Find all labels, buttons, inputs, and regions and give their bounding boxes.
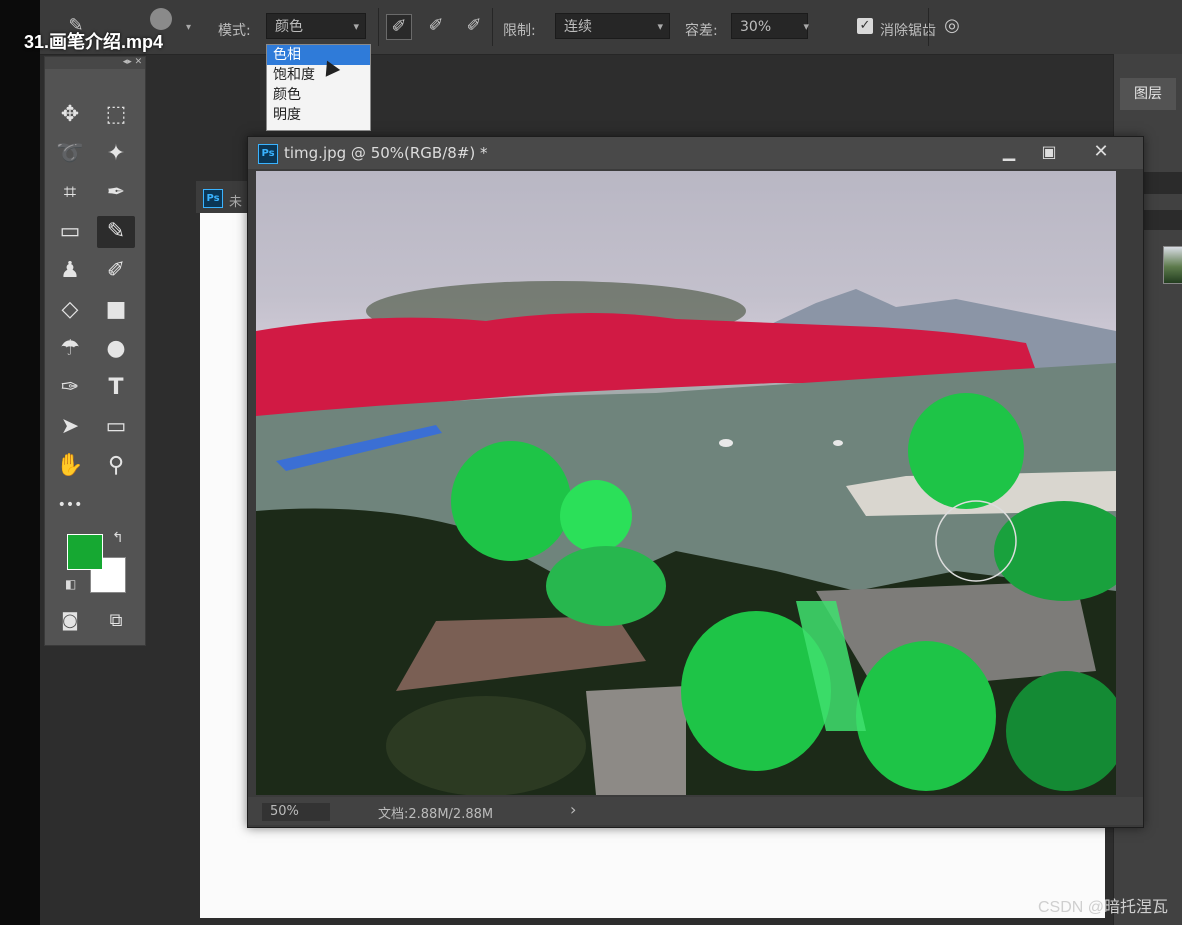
chevron-down-icon: ▾ [353, 20, 359, 33]
mode-select[interactable]: 颜色 ▾ [266, 13, 366, 39]
healing-tool-icon[interactable]: ▭ [51, 216, 89, 248]
path-selection-tool-icon[interactable]: ➤ [51, 411, 89, 443]
photoshop-icon: Ps [203, 189, 223, 208]
document-title: timg.jpg @ 50%(RGB/8#) * [284, 144, 488, 162]
green-painted-tree [451, 441, 571, 561]
sampling-continuous-icon[interactable]: ✐ [386, 14, 412, 40]
color-replacement-tool-icon[interactable]: ✎ [97, 216, 135, 248]
separator [378, 8, 379, 46]
dropdown-item-color[interactable]: 颜色 [267, 85, 370, 105]
minimize-icon[interactable]: ▁ [990, 139, 1028, 165]
green-painted-spot [560, 480, 632, 552]
shape-tool-icon[interactable]: ▭ [97, 411, 135, 443]
hand-tool-icon[interactable]: ✋ [51, 450, 89, 482]
type-tool-icon[interactable]: T [97, 372, 135, 404]
lock-row [1140, 210, 1182, 230]
status-menu-arrow-icon[interactable]: › [570, 800, 576, 819]
mode-label: 模式: [218, 23, 251, 39]
dropdown-item-saturation[interactable]: 饱和度 [267, 65, 370, 85]
quick-mask-icon[interactable]: ◙ [51, 605, 89, 637]
layer-thumbnail[interactable] [1163, 246, 1182, 284]
dropdown-item-luminosity[interactable]: 明度 [267, 105, 370, 125]
marquee-tool-icon[interactable]: ⬚ [97, 99, 135, 131]
green-painted-tree [856, 641, 996, 791]
video-title: 31.画笔介绍.mp4 [24, 32, 164, 52]
zoom-level[interactable]: 50% [262, 803, 330, 821]
blur-tool-icon[interactable]: ☂ [51, 333, 89, 365]
boat [833, 440, 843, 446]
chevron-down-icon: ▾ [803, 20, 809, 33]
boat [719, 439, 733, 447]
document-window: Ps timg.jpg @ 50%(RGB/8#) * ▁ ▣ ✕ 50% 文档… [247, 136, 1144, 828]
document-info[interactable]: 文档:2.88M/2.88M [378, 803, 493, 822]
photoshop-icon: Ps [258, 144, 278, 164]
close-icon[interactable]: ✕ [1082, 139, 1120, 165]
photo-illustration [256, 281, 1116, 795]
lasso-tool-icon[interactable]: ➰ [51, 138, 89, 170]
history-brush-tool-icon[interactable]: ✐ [97, 255, 135, 287]
plaza [586, 686, 686, 795]
green-painted-tree [546, 546, 666, 626]
tools-panel: ◂▸ ✕ ✥ ⬚ ➰ ✦ ⌗ ✒ ▭ ✎ ♟ ✐ ◇ ■ ☂ ● ✑ T ➤ ▭… [44, 56, 146, 646]
pen-tool-icon[interactable]: ✑ [51, 372, 89, 404]
toolbar-grip[interactable]: ◂▸ ✕ [45, 57, 145, 69]
screen-mode-icon[interactable]: ⧉ [97, 605, 135, 637]
move-tool-icon[interactable]: ✥ [51, 99, 89, 131]
eraser-tool-icon[interactable]: ◇ [51, 294, 89, 326]
document-titlebar[interactable]: Ps timg.jpg @ 50%(RGB/8#) * ▁ ▣ ✕ [248, 137, 1143, 169]
sampling-background-icon[interactable]: ✐ [462, 14, 486, 38]
zoom-tool-icon[interactable]: ⚲ [97, 450, 135, 482]
watermark: CSDN @暗托涅瓦 [1037, 899, 1168, 916]
pressure-icon[interactable]: ◎ [940, 14, 964, 38]
canvas-image[interactable] [256, 171, 1116, 795]
limit-label: 限制: [503, 23, 536, 39]
tolerance-input[interactable]: 30% ▾ [731, 13, 809, 39]
stamp-tool-icon[interactable]: ♟ [51, 255, 89, 287]
magic-wand-tool-icon[interactable]: ✦ [97, 138, 135, 170]
crop-tool-icon[interactable]: ⌗ [51, 177, 89, 209]
green-painted-tree [908, 393, 1024, 509]
video-left-strip [0, 0, 40, 925]
edit-toolbar-icon[interactable]: ••• [51, 489, 89, 521]
tolerance-label: 容差: [685, 23, 718, 39]
eyedropper-tool-icon[interactable]: ✒ [97, 177, 135, 209]
separator [928, 8, 929, 46]
limit-select-value: 连续 [564, 19, 592, 35]
dropdown-item-hue[interactable]: 色相 [267, 45, 370, 65]
blend-mode-select[interactable] [1140, 172, 1182, 194]
separator [492, 8, 493, 46]
maximize-icon[interactable]: ▣ [1030, 139, 1068, 165]
tab-layers[interactable]: 图层 [1120, 78, 1176, 110]
sampling-once-icon[interactable]: ✐ [424, 14, 448, 38]
tolerance-value: 30% [740, 19, 772, 35]
background-document-title: 未 [229, 195, 243, 210]
brush-preset-chevron-icon[interactable]: ▾ [186, 22, 191, 33]
swap-colors-icon[interactable]: ↰ [112, 530, 124, 546]
mode-select-value: 颜色 [275, 19, 303, 35]
chevron-down-icon: ▾ [657, 20, 663, 33]
limit-select[interactable]: 连续 ▾ [555, 13, 670, 39]
gradient-tool-icon[interactable]: ■ [97, 294, 135, 326]
dodge-tool-icon[interactable]: ● [97, 333, 135, 365]
anti-alias-checkbox[interactable]: ✓ [857, 18, 873, 34]
palm-trees [386, 696, 586, 795]
brush-preset-icon[interactable] [150, 8, 172, 30]
default-colors-icon[interactable]: ◧ [65, 577, 76, 591]
options-bar: ✎ ▾ 模式: 颜色 ▾ ✐ ✐ ✐ 限制: 连续 ▾ 容差: 30% ▾ ✓ … [40, 0, 1182, 55]
mode-dropdown[interactable]: 色相 饱和度 颜色 明度 [266, 44, 371, 131]
foreground-color-swatch[interactable] [67, 534, 103, 570]
document-statusbar: 50% 文档:2.88M/2.88M › [248, 797, 1143, 825]
